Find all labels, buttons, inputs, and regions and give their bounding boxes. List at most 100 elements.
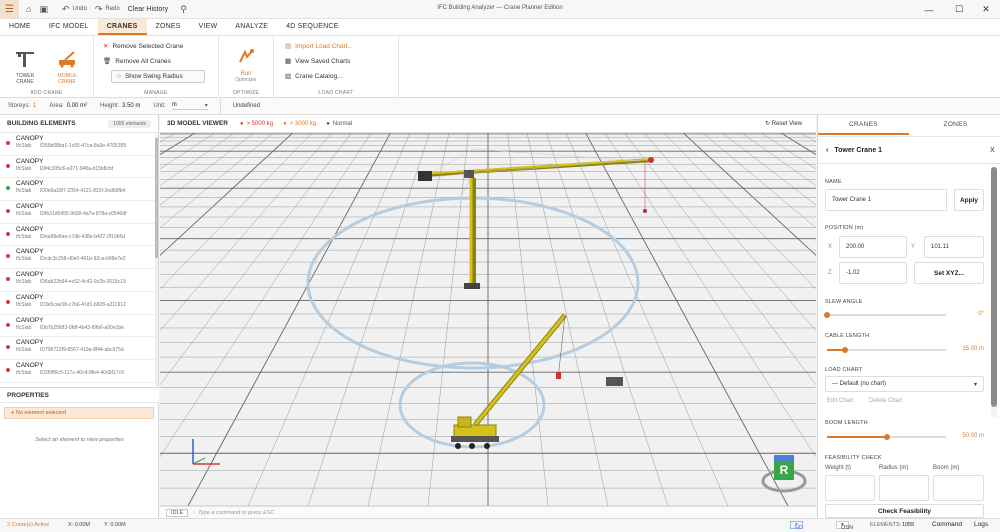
list-item[interactable]: CANOPY IfcSlab ID0e9a33f7-2354-4121-831f-2… (0, 178, 158, 202)
maximize-icon[interactable]: ☐ (945, 0, 973, 19)
slider-knob[interactable] (883, 434, 890, 440)
home-icon[interactable]: ⌂ (26, 4, 31, 14)
list-item[interactable]: CANOPY IfcSlab IDfb31d5455-9d30-4a7a-878a-… (0, 201, 158, 224)
tab-view[interactable]: VIEW (190, 19, 227, 35)
radius-input[interactable] (879, 475, 929, 501)
legend-orange-dot: ● (283, 120, 287, 127)
weight-input[interactable] (825, 475, 875, 501)
z-input[interactable]: -1.02 (839, 262, 907, 284)
list-item[interactable]: CANOPY IfcSlab IDb7b25683-0fdf-4b43-89b6-a… (0, 315, 158, 338)
close-icon[interactable]: ✕ (972, 0, 1000, 19)
command-input[interactable]: Type a command or press ESC (198, 510, 274, 516)
tab-zones-panel[interactable]: ZONES (910, 115, 1000, 135)
command-button[interactable]: Command (932, 521, 962, 528)
run-optimizer-button[interactable]: Run Optimizer (229, 48, 263, 83)
status-dot (6, 254, 10, 259)
undo-button[interactable]: ↶ Undo (62, 4, 87, 15)
x-axis-label: X (828, 244, 833, 250)
check-feasibility-button[interactable]: Check Feasibility (825, 504, 984, 518)
tab-home[interactable]: HOME (0, 19, 40, 35)
element-name: CANOPY (16, 157, 44, 165)
legend-red-dot: ● (239, 120, 244, 127)
element-id: IDfb31d5455-9d30-4a7a-878a-c0540df (40, 211, 127, 218)
status-dot (6, 186, 10, 191)
info-bar: Storeys: 1 Area: 0.00 m² Height: 3.50 m … (0, 97, 1000, 115)
reset-view-button[interactable]: ↻ Reset View (765, 120, 802, 127)
boom-length-label: BOOM LENGTH (825, 420, 868, 426)
tab-ifc-model[interactable]: IFC MODEL (40, 19, 98, 35)
boom-input[interactable] (933, 475, 984, 501)
load-chart-select[interactable]: — Default (no chart) ▾ (825, 376, 984, 392)
tower-crane-button[interactable]: TOWER CRANE (8, 50, 42, 85)
remove-selected-button[interactable]: ✕ Remove Selected Crane (103, 42, 183, 51)
apply-button[interactable]: Apply (954, 189, 984, 211)
list-item[interactable]: CANOPY IfcSlab ID6ab22b94-ec52-4c42-9c2b-3… (0, 269, 158, 292)
element-type: IfcSlab (16, 324, 32, 331)
area-label: Area: (49, 103, 64, 109)
tab-analyze[interactable]: ANALYZE (226, 19, 277, 35)
element-type: IfcSlab (16, 165, 32, 172)
logs-button[interactable]: Logs (974, 521, 988, 528)
radius-label: Radius (m) (879, 465, 909, 471)
list-item[interactable]: CANOPY IfcSlab ID3e5cae38-c7b6-41d1-b828-a… (0, 292, 158, 315)
list-item[interactable]: CANOPY IfcSlab ID55b68ba1-1c55-47ca-8a3e-4… (0, 133, 158, 156)
close-crane-button[interactable]: X (990, 147, 995, 154)
unit-select[interactable]: m ▾ (171, 102, 208, 110)
set-xyz-button[interactable]: Set XYZ... (914, 262, 984, 284)
model-viewer[interactable]: 3D MODEL VIEWER ● > 5000 kg ● > 3000 kg … (160, 115, 816, 518)
properties-header: PROPERTIES (0, 387, 159, 403)
view-saved-charts-button[interactable]: ▦ View Saved Charts (285, 57, 350, 66)
x-input[interactable]: 200.00 (839, 236, 907, 258)
chart-icon: ▦ (285, 58, 292, 65)
remove-all-button[interactable]: 🗑 Remove All Cranes (103, 57, 171, 66)
link-icon[interactable]: ⚲ (180, 4, 187, 15)
slider-knob[interactable] (841, 347, 848, 353)
delete-chart-button[interactable]: Delete Chart (869, 398, 903, 404)
element-type: IfcSlab (16, 347, 32, 354)
back-icon[interactable]: ‹ (826, 147, 828, 154)
slider-knob[interactable] (824, 312, 830, 318)
crane-name-input[interactable]: Tower Crane 1 (825, 189, 947, 211)
import-load-chart-button[interactable]: ▤ Import Load Chart... (285, 42, 353, 51)
scene-canvas[interactable]: R (160, 133, 816, 506)
optimize-group: Run Optimizer OPTIMIZE (219, 36, 274, 98)
hd-toggle[interactable]: HD ▾ (790, 521, 803, 531)
show-swing-label-row: ○ Show Swing Radius (117, 73, 183, 80)
element-meta: IfcSlab IDfb31d5455-9d30-4a7a-878a-c0540d… (16, 211, 158, 217)
undo-icon: ↶ (61, 3, 70, 14)
y-axis-label: Y (911, 244, 916, 250)
catalog-icon: ▥ (285, 73, 292, 80)
status-dot (6, 299, 10, 304)
boom-length-slider[interactable] (827, 434, 946, 440)
edit-chart-button[interactable]: Edit Chart (827, 398, 854, 404)
list-item[interactable]: CANOPY IfcSlab IDcdc3c258-d0e0-461b-92ca-b… (0, 246, 158, 270)
redo-button[interactable]: ↷ Redo (95, 4, 120, 15)
app-menu-icon[interactable]: ☰ (0, 0, 19, 19)
warning-icon: ● (11, 410, 15, 416)
save-icon[interactable]: ▣ (39, 4, 48, 15)
tab-4d-sequence[interactable]: 4D SEQUENCE (277, 19, 347, 35)
y-input[interactable]: 101.11 (924, 236, 984, 258)
osn-toggle[interactable]: OSN ▾ (836, 521, 853, 531)
element-id: ID55b68ba1-1c55-47ca-8a3e-4705355 (40, 143, 127, 149)
tab-cranes-panel[interactable]: CRANES (818, 115, 909, 135)
list-item[interactable]: CANOPY IfcSlab IDea98e8ae-c7db-438e-b427-2… (0, 224, 158, 247)
tab-zones[interactable]: ZONES (147, 19, 190, 35)
list-item[interactable]: CANOPY IfcSlab ID706712f9-6567-419a-8f44-a… (0, 337, 158, 360)
tab-cranes[interactable]: CRANES (97, 19, 147, 35)
right-panel-scrollbar[interactable] (991, 167, 997, 417)
minimize-icon[interactable]: — (915, 0, 943, 19)
mobile-crane[interactable] (451, 313, 567, 449)
list-item[interactable]: CANOPY IfcSlab ID2f9ff6c5-117c-40c4-8fe4-4… (0, 360, 158, 383)
building-elements-header: BUILDING ELEMENTS 1055 elements (0, 115, 158, 133)
tower-crane[interactable] (418, 148, 654, 289)
list-item[interactable]: CANOPY IfcSlab IDf4c305c6-e271-948a-d15b8c… (0, 156, 158, 179)
element-list-scrollbar[interactable] (155, 134, 158, 386)
clear-history-button[interactable]: Clear History (128, 6, 168, 13)
mobile-crane-button[interactable]: MOBILE CRANE (50, 50, 84, 85)
cable-length-slider[interactable] (827, 347, 946, 353)
element-meta: IfcSlab ID55b68ba1-1c55-47ca-8a3e-4705355 (16, 143, 158, 149)
folder-icon: ▤ (285, 43, 292, 50)
slew-angle-slider[interactable] (824, 312, 946, 318)
crane-catalog-button[interactable]: ▥ Crane Catalog... (285, 72, 343, 81)
